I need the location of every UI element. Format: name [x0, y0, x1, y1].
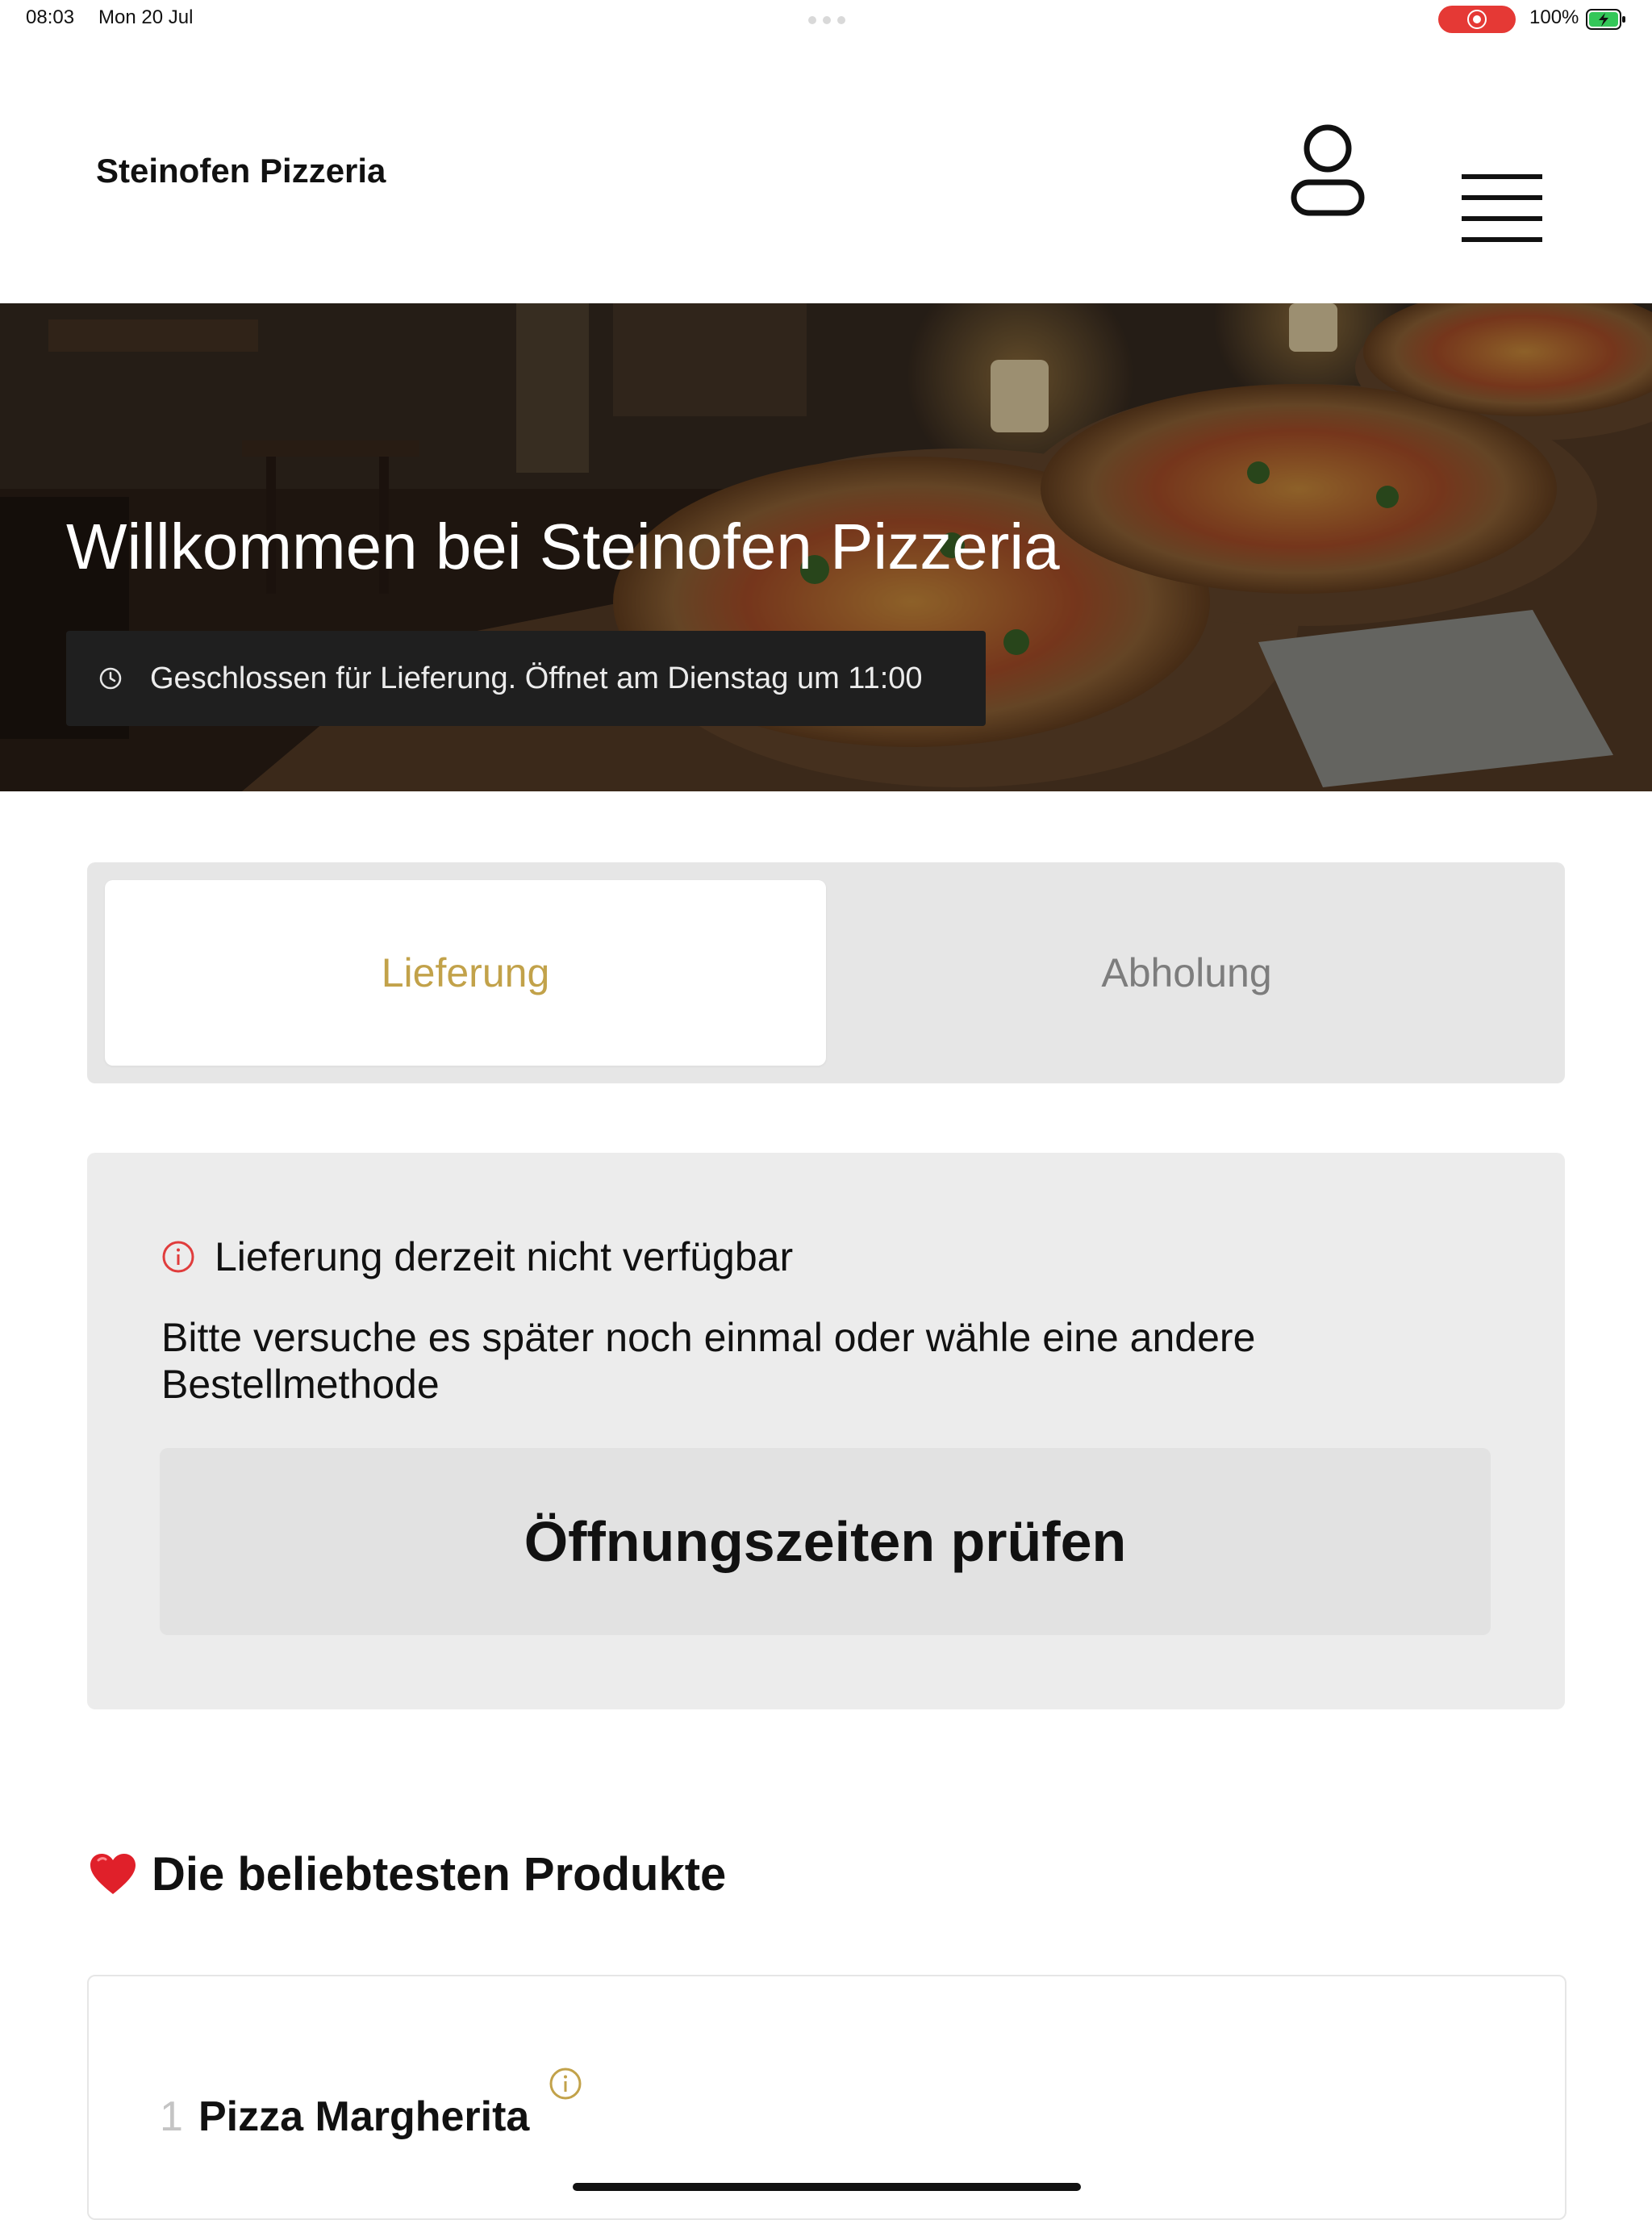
hamburger-menu-icon[interactable] [1462, 174, 1542, 244]
notice-title: Lieferung derzeit nicht verfügbar [215, 1234, 794, 1279]
heart-icon [90, 1853, 136, 1894]
popular-products-heading: Die beliebtesten Produkte [89, 1847, 726, 1901]
clock-icon [99, 667, 122, 690]
battery-percent: 100% [1529, 6, 1579, 28]
status-time: 08:03 [26, 6, 75, 28]
info-icon [162, 1241, 194, 1273]
status-date: Mon 20 Jul [98, 6, 194, 28]
notice-header: Lieferung derzeit nicht verfügbar [161, 1233, 793, 1280]
hero-banner: Willkommen bei Steinofen Pizzeria Geschl… [0, 303, 1652, 791]
screen-recording-icon[interactable] [1438, 6, 1516, 33]
battery-charging-icon [1586, 9, 1625, 30]
brand-name[interactable]: Steinofen Pizzeria [96, 152, 386, 190]
status-bar: 08:03 Mon 20 Jul 100% [0, 0, 1652, 39]
app-header: Steinofen Pizzeria [0, 39, 1652, 303]
product-name: Pizza Margherita [198, 2093, 530, 2140]
product-rank: 1 [160, 2093, 183, 2140]
tab-lieferung[interactable]: Lieferung [105, 880, 826, 1066]
check-opening-hours-button[interactable]: Öffnungszeiten prüfen [160, 1448, 1491, 1635]
info-icon[interactable] [549, 2067, 582, 2101]
hero-title: Willkommen bei Steinofen Pizzeria [66, 511, 1060, 582]
popular-products-title: Die beliebtesten Produkte [152, 1848, 727, 1901]
delivery-status-banner: Geschlossen für Lieferung. Öffnet am Die… [66, 631, 986, 726]
tab-abholung[interactable]: Abholung [826, 880, 1547, 1066]
delivery-unavailable-notice: Lieferung derzeit nicht verfügbar Bitte … [87, 1153, 1565, 1709]
notice-message: Bitte versuche es später noch einmal ode… [161, 1315, 1256, 1407]
multitasking-dots-icon[interactable] [808, 16, 845, 24]
home-indicator[interactable] [573, 2183, 1081, 2191]
order-method-toggle: Lieferung Abholung [87, 862, 1565, 1083]
account-icon[interactable] [1289, 124, 1366, 216]
delivery-status-text: Geschlossen für Lieferung. Öffnet am Die… [150, 661, 923, 695]
